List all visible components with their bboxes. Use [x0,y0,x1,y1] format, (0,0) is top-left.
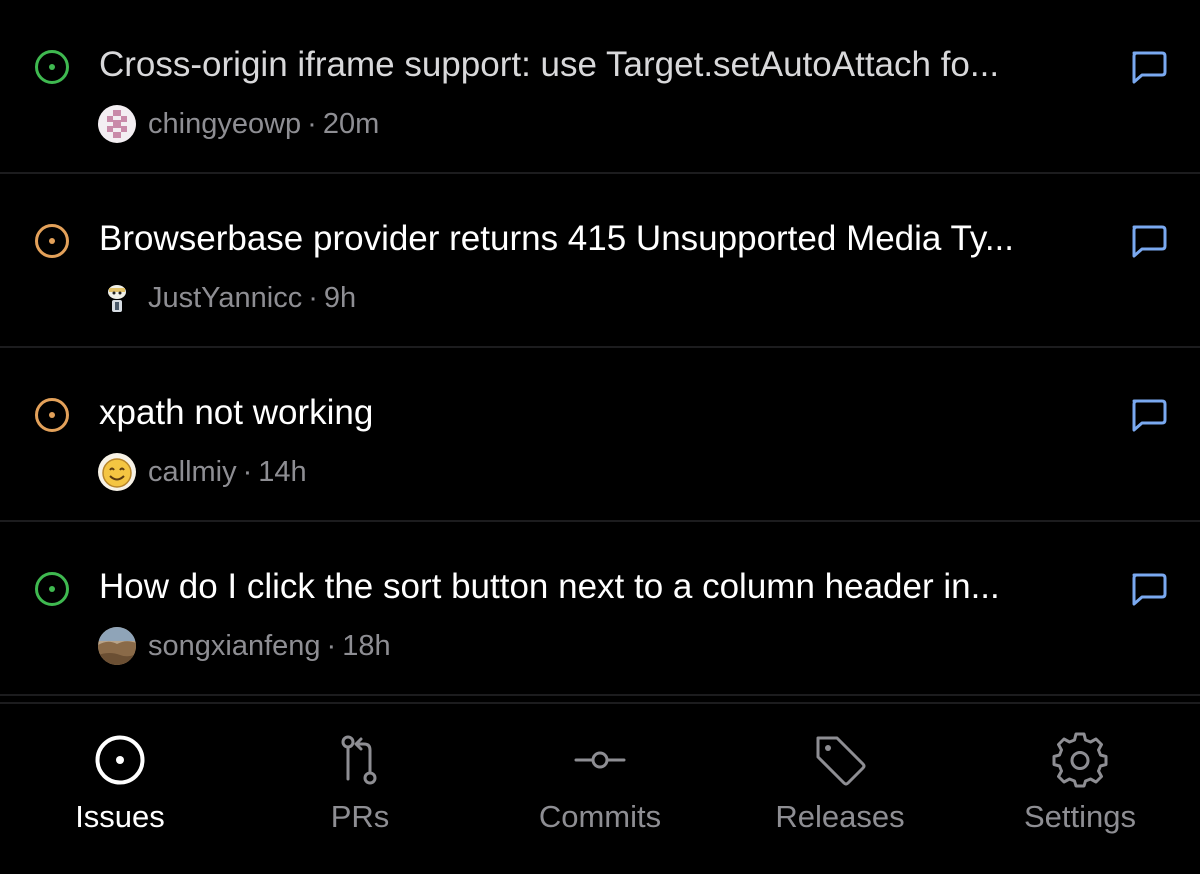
meta-separator: · [326,629,337,662]
issue-meta: chingyeowp · 20m [98,104,379,144]
tab-label: Releases [775,799,905,834]
author-avatar [98,105,136,143]
commit-icon [574,751,626,769]
issue-title[interactable]: xpath not working [99,391,1109,435]
issue-title[interactable]: How do I click the sort button next to a… [99,565,1109,609]
author-avatar [98,627,136,665]
issue-title[interactable]: Browserbase provider returns 415 Unsuppo… [99,217,1109,261]
pull-request-icon [341,735,377,785]
issue-row[interactable]: xpath not working callmiy · 14h [0,348,1200,522]
issue-time: 20m [322,107,380,140]
tab-releases[interactable]: Releases [720,704,960,874]
author-name[interactable]: songxianfeng [148,630,321,663]
issue-list: Cross-origin iframe support: use Target.… [0,0,1200,696]
author-name[interactable]: chingyeowp [148,108,301,141]
tab-label: Settings [1023,799,1136,834]
tab-bar: Issues PRs Commits Releases Settings [0,702,1200,874]
gear-icon [1052,732,1108,788]
author-avatar [98,279,136,317]
author-name[interactable]: JustYannicc [148,282,302,315]
tab-label: Commits [538,799,662,834]
comment-icon[interactable] [1128,571,1168,607]
issue-row[interactable]: Cross-origin iframe support: use Target.… [0,0,1200,174]
meta-separator: · [308,281,318,314]
issue-row[interactable]: Browserbase provider returns 415 Unsuppo… [0,174,1200,348]
issue-circle-icon [95,735,145,785]
meta-separator: · [242,455,253,488]
meta-separator: · [307,107,317,140]
issue-open-icon [35,572,69,606]
issue-open-icon [35,224,69,258]
issue-meta: callmiy · 14h [98,452,307,492]
tag-icon [816,736,866,786]
comment-icon[interactable] [1128,49,1168,85]
issue-row[interactable]: How do I click the sort button next to a… [0,522,1200,696]
issue-meta: JustYannicc · 9h [98,278,356,318]
comment-icon[interactable] [1128,397,1168,433]
issue-open-icon [35,398,69,432]
issue-time: 9h [323,281,357,314]
issue-time: 14h [258,455,307,488]
tab-issues[interactable]: Issues [0,704,240,874]
comment-icon[interactable] [1128,223,1168,259]
issue-title[interactable]: Cross-origin iframe support: use Target.… [99,43,1109,87]
issue-time: 18h [342,629,391,662]
tab-commits[interactable]: Commits [480,704,720,874]
tab-prs[interactable]: PRs [240,704,480,874]
issue-open-icon [35,50,69,84]
tab-label: Issues [75,799,165,834]
tab-settings[interactable]: Settings [960,704,1200,874]
tab-label: PRs [330,799,390,834]
issue-meta: songxianfeng · 18h [98,626,391,666]
author-name[interactable]: callmiy [148,456,237,489]
author-avatar [98,453,136,491]
